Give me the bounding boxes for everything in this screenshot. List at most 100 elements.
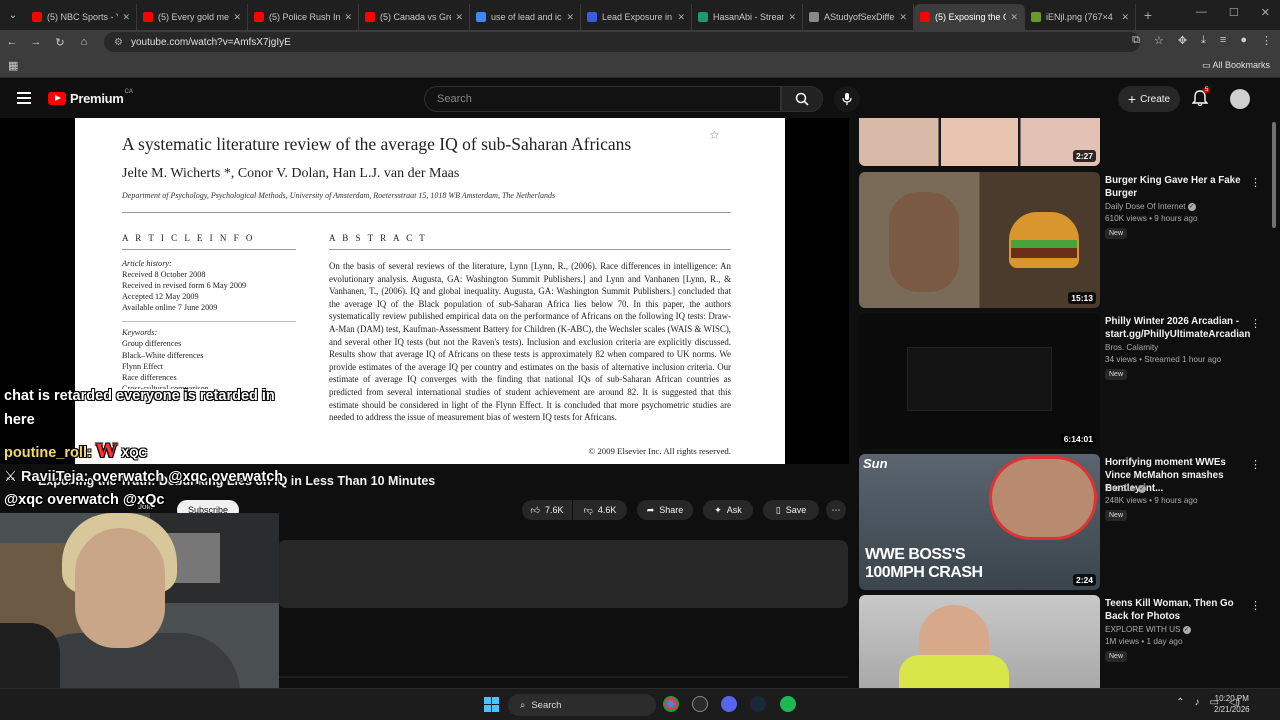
maximize-icon[interactable]: ☐ — [1229, 6, 1239, 19]
search-button[interactable] — [781, 86, 823, 112]
video-duration: 2:24 — [1072, 574, 1096, 586]
recommendation-item[interactable]: 2:27 — [859, 118, 1269, 166]
video-title[interactable]: Teens Kill Woman, Then Go Back for Photo… — [1105, 597, 1245, 623]
youtube-logo[interactable]: Premium CA — [48, 89, 133, 106]
tab-close-icon[interactable]: ✕ — [899, 12, 907, 23]
tab-favicon-icon — [698, 12, 708, 22]
browser-tab[interactable]: use of lead and ic ✕ — [470, 4, 581, 30]
video-player[interactable]: A systematic literature review of the av… — [0, 118, 849, 464]
extensions-icon[interactable]: ✥ — [1178, 34, 1187, 47]
taskbar-search[interactable]: ⌕ Search — [508, 694, 656, 716]
windows-start-icon[interactable] — [484, 697, 499, 712]
browser-tab[interactable]: iENjl.png (767×4 ✕ — [1025, 4, 1136, 30]
video-duration: 15:13 — [1068, 292, 1096, 304]
install-icon[interactable]: ⧉ — [1132, 34, 1140, 47]
scrollbar-thumb[interactable] — [1272, 122, 1276, 228]
tab-search-chevron-icon[interactable]: ⌄ — [0, 0, 26, 30]
recommendation-item[interactable]: Teens Kill Woman, Then Go Back for Photo… — [859, 595, 1269, 688]
close-window-icon[interactable]: ✕ — [1261, 6, 1270, 19]
more-options-icon[interactable]: ⋮ — [1250, 176, 1261, 189]
url-bar[interactable]: ⚙ youtube.com/watch?v=AmfsX7jgIyE — [104, 32, 1140, 52]
tab-close-icon[interactable]: ✕ — [566, 12, 574, 23]
spotify-icon[interactable] — [780, 696, 796, 712]
browser-tab[interactable]: Lead Exposure in ✕ — [581, 4, 692, 30]
share-button[interactable]: ➦ Share — [637, 500, 693, 520]
app-icon[interactable] — [692, 696, 708, 712]
channel-name[interactable]: Daily Dose Of Internet ✓ — [1105, 202, 1196, 211]
create-label: Create — [1140, 93, 1171, 105]
tab-title: AStudyofSexDiffe — [824, 12, 895, 22]
channel-name[interactable]: Bros. Calamity — [1105, 343, 1158, 352]
video-thumbnail[interactable]: 6:14:01 — [859, 313, 1100, 449]
mic-icon[interactable]: ♪ — [1195, 697, 1200, 708]
chrome-icon[interactable] — [663, 696, 679, 712]
minimize-icon[interactable]: — — [1196, 6, 1207, 19]
video-thumbnail[interactable]: 2:27 — [859, 118, 1100, 166]
tab-close-icon[interactable]: ✕ — [1121, 12, 1129, 23]
dislike-button[interactable]: 👎︎ 4.6K — [573, 500, 627, 520]
video-title[interactable]: Burger King Gave Her a Fake Burger — [1105, 174, 1245, 200]
search-input[interactable]: Search — [424, 86, 781, 112]
account-avatar[interactable] — [1230, 89, 1250, 109]
tab-close-icon[interactable]: ✕ — [344, 12, 352, 23]
tab-close-icon[interactable]: ✕ — [122, 12, 130, 23]
more-options-icon[interactable]: ⋮ — [1250, 317, 1261, 330]
menu-hamburger-icon[interactable] — [17, 92, 31, 104]
video-thumbnail[interactable]: 15:13 — [859, 172, 1100, 308]
tab-title: HasanAbi - Stream — [713, 12, 785, 22]
tab-close-icon[interactable]: ✕ — [677, 12, 685, 23]
more-options-icon[interactable]: ⋮ — [1250, 458, 1261, 471]
back-icon[interactable]: ← — [0, 36, 24, 48]
chat-message: ⚔ RaviiTeja: overwatch @xqc overwatch — [4, 469, 283, 485]
recommendation-item[interactable]: 6:14:01 Philly Winter 2026 Arcadian - st… — [859, 313, 1269, 449]
home-icon[interactable]: ⌂ — [72, 36, 96, 48]
browser-menu-icon[interactable]: ⋮ — [1261, 34, 1272, 47]
apps-grid-icon[interactable]: ▦ — [8, 59, 18, 72]
system-clock[interactable]: 10:20 PM 2/21/2026 — [1214, 693, 1250, 715]
new-badge: New — [1105, 228, 1128, 239]
browser-tab[interactable]: (5) Every gold me ✕ — [137, 4, 248, 30]
tab-close-icon[interactable]: ✕ — [788, 12, 796, 23]
browser-tab[interactable]: AStudyofSexDiffe ✕ — [803, 4, 914, 30]
browser-tab[interactable]: (5) NBC Sports - Y ✕ — [26, 4, 137, 30]
download-icon[interactable]: ⤓ — [1201, 34, 1206, 47]
new-tab-button[interactable]: + — [1136, 7, 1160, 23]
browser-tab[interactable]: HasanAbi - Stream ✕ — [692, 4, 803, 30]
chevron-up-icon[interactable]: ⌃ — [1176, 697, 1184, 708]
browser-tab[interactable]: (5) Canada vs Gre ✕ — [359, 4, 470, 30]
all-bookmarks-button[interactable]: ▭ All Bookmarks — [1202, 60, 1270, 71]
video-duration: 2:27 — [1072, 150, 1096, 162]
new-badge: New — [1105, 510, 1128, 521]
browser-tab[interactable]: (5) Police Rush In ✕ — [248, 4, 359, 30]
video-thumbnail[interactable]: Sun WWE BOSS'S 100MPH CRASH 2:24 — [859, 454, 1100, 590]
forward-icon[interactable]: → — [24, 36, 48, 48]
recommendation-item[interactable]: Sun WWE BOSS'S 100MPH CRASH 2:24 Horrify… — [859, 454, 1269, 590]
browser-tab[interactable]: (5) Exposing the G ✕ — [914, 4, 1025, 30]
like-button[interactable]: 👍︎ 7.6K — [522, 500, 572, 520]
chat-username: RaviiTeja: — [21, 469, 89, 485]
video-thumbnail[interactable] — [859, 595, 1100, 688]
ask-button[interactable]: ✦ Ask — [703, 500, 753, 520]
chat-message: chat is retarded everyone is retarded in — [4, 388, 275, 404]
recommendation-item[interactable]: 15:13 Burger King Gave Her a Fake Burger… — [859, 172, 1269, 308]
tab-close-icon[interactable]: ✕ — [1010, 12, 1018, 23]
save-button[interactable]: ▯ Save — [763, 500, 819, 520]
discord-icon[interactable] — [721, 696, 737, 712]
tab-close-icon[interactable]: ✕ — [455, 12, 463, 23]
video-title[interactable]: Philly Winter 2026 Arcadian - start.gg/P… — [1105, 315, 1250, 341]
profile-icon[interactable]: ● — [1240, 34, 1247, 47]
channel-name[interactable]: The Sun ✓ — [1105, 484, 1146, 493]
channel-name[interactable]: EXPLORE WITH US ✓ — [1105, 625, 1191, 634]
bookmark-star-icon[interactable]: ☆ — [1154, 34, 1164, 47]
voice-search-button[interactable] — [834, 86, 860, 112]
reload-icon[interactable]: ↻ — [48, 36, 72, 49]
more-options-icon[interactable]: ⋮ — [1250, 599, 1261, 612]
create-button[interactable]: + Create — [1118, 86, 1180, 112]
description-box[interactable] — [278, 540, 848, 608]
site-info-icon[interactable]: ⚙ — [114, 37, 123, 48]
more-actions-button[interactable]: ⋯ — [826, 500, 846, 520]
thumbs-up-icon: 👍︎ — [530, 504, 540, 515]
media-icon[interactable]: ≡ — [1220, 34, 1226, 47]
tab-close-icon[interactable]: ✕ — [233, 12, 241, 23]
steam-icon[interactable] — [750, 696, 766, 712]
